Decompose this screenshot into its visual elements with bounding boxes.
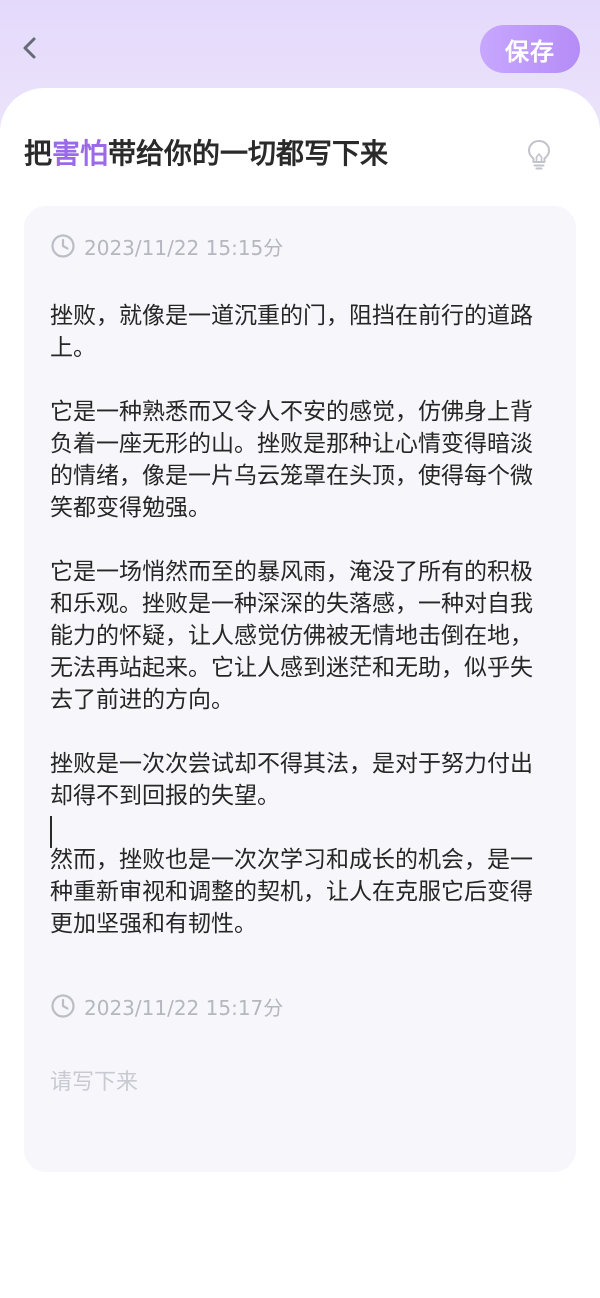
text-cursor [50,816,52,848]
journal-card: 2023/11/22 15:15分 挫败，就像是一道沉重的门，阻挡在前行的道路上… [24,206,576,1172]
page-title: 把害怕带给你的一切都写下来 [24,136,388,172]
title-highlight: 害怕 [52,137,109,170]
entry-timestamp: 2023/11/22 15:15分 [50,232,283,260]
entry-paragraph: 挫败，就像是一道沉重的门，阻挡在前行的道路上。 [50,303,533,361]
back-button[interactable] [12,30,48,66]
entry-text[interactable]: 挫败，就像是一道沉重的门，阻挡在前行的道路上。 它是一种熟悉而又令人不安的感觉，… [50,300,540,940]
entry-time-text: 2023/11/22 15:17分 [84,995,284,1020]
title-prefix: 把 [24,137,53,170]
clock-icon [51,234,75,258]
page-title-row: 把害怕带给你的一切都写下来 [24,136,576,172]
new-entry-input[interactable]: 请写下来 [50,1064,138,1096]
entry-paragraph: 挫败是一次次尝试却不得其法，是对于努力付出却得不到回报的失望。 然而，挫败也是一… [50,751,533,937]
entry-paragraph: 它是一种熟悉而又令人不安的感觉，仿佛身上背负着一座无形的山。挫败是那种让心情变得… [50,399,533,521]
tip-button[interactable] [524,136,554,172]
clock-icon [51,994,75,1018]
chevron-left-icon [23,37,36,59]
entry-paragraph: 它是一场悄然而至的暴风雨，淹没了所有的积极和乐观。挫败是一种深深的失落感，一种对… [50,559,533,713]
title-suffix: 带给你的一切都写下来 [108,137,389,170]
save-button[interactable]: 保存 [480,25,580,73]
entry-timestamp: 2023/11/22 15:17分 [50,992,283,1020]
entry-time-text: 2023/11/22 15:15分 [84,235,284,260]
lightbulb-icon [528,140,550,170]
